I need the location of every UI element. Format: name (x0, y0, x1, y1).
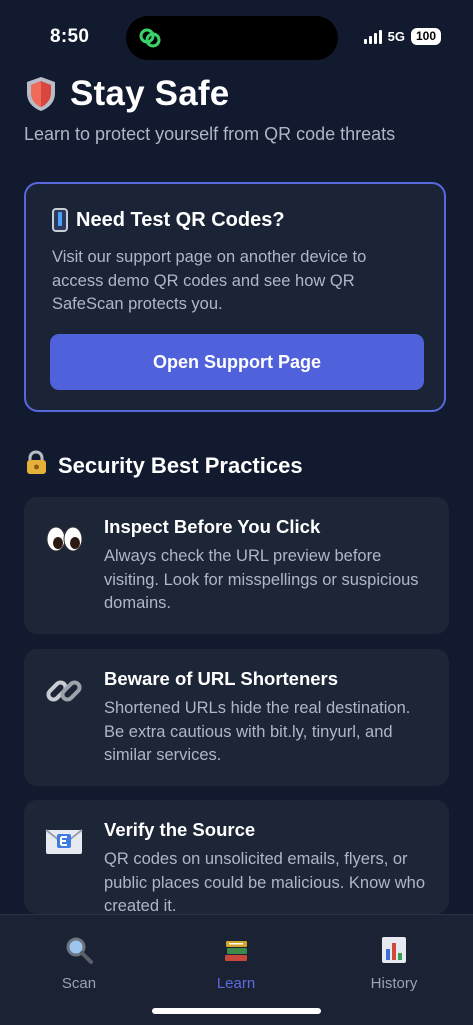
open-support-page-button[interactable]: Open Support Page (50, 334, 424, 390)
section-header: Security Best Practices (24, 450, 303, 481)
section-title: Security Best Practices (58, 452, 303, 478)
test-card-header: Need Test QR Codes? (52, 208, 285, 232)
practice-title: Verify the Source (104, 819, 256, 840)
eyes-icon (44, 519, 84, 559)
practice-description: QR codes on unsolicited emails, flyers, … (104, 850, 426, 914)
tab-label: Scan (61, 975, 97, 992)
page-title: Stay Safe (70, 74, 230, 113)
status-bar: 8:50 5G 100 (0, 0, 473, 72)
lock-key-icon (24, 450, 50, 481)
practice-title: Inspect Before You Click (104, 516, 321, 537)
link-icon (44, 671, 84, 711)
books-icon (225, 941, 247, 961)
tab-bar: Scan Learn History (0, 914, 473, 1025)
signal-icon (363, 29, 382, 44)
email-icon (44, 822, 84, 862)
tab-history[interactable]: History (339, 935, 449, 992)
tab-scan[interactable]: Scan (24, 935, 134, 992)
bar-chart-icon (382, 937, 406, 963)
practice-title: Beware of URL Shorteners (104, 668, 339, 689)
tab-learn[interactable]: Learn (181, 935, 291, 992)
test-card-title: Need Test QR Codes? (76, 208, 285, 231)
header: Stay Safe (24, 74, 229, 114)
dynamic-island (126, 16, 338, 60)
activity-icon (139, 28, 161, 48)
practice-card: Verify the Source QR codes on unsolicite… (24, 800, 449, 914)
practice-description: Always check the URL preview before visi… (104, 547, 419, 612)
battery-icon: 100 (410, 28, 441, 45)
magnifier-icon (66, 937, 93, 964)
practice-description: Shortened URLs hide the real destination… (104, 699, 411, 764)
status-time: 8:50 (50, 26, 90, 47)
page-subtitle: Learn to protect yourself from QR code t… (24, 124, 396, 144)
test-card-description: Visit our support page on another device… (52, 248, 367, 313)
tab-label: History (370, 975, 418, 992)
phone-icon (52, 208, 68, 232)
practice-card: Inspect Before You Click Always check th… (24, 497, 449, 634)
network-type: 5G (387, 29, 405, 44)
shield-icon (24, 75, 58, 113)
practice-card: Beware of URL Shorteners Shortened URLs … (24, 649, 449, 786)
test-qr-card: Need Test QR Codes? Visit our support pa… (24, 182, 446, 412)
home-indicator (152, 1008, 321, 1014)
tab-label: Learn (216, 975, 256, 992)
status-indicators: 5G 100 (363, 28, 441, 45)
